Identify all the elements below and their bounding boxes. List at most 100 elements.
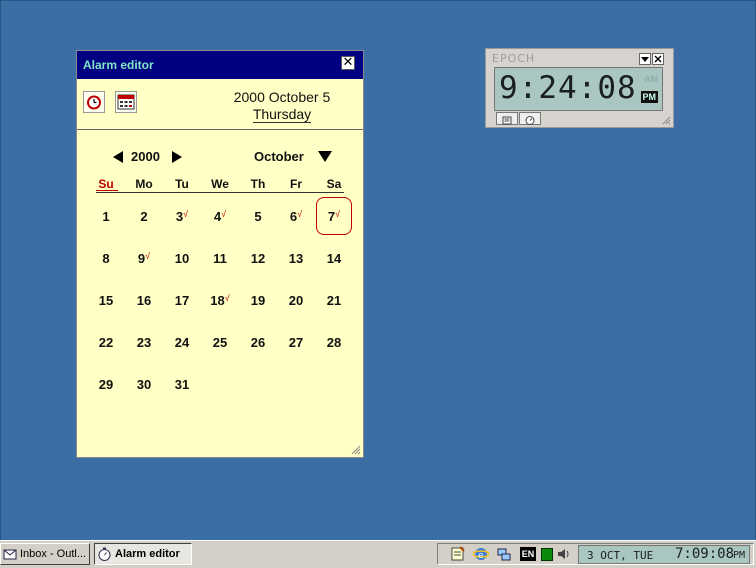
calendar-day[interactable]: 24 xyxy=(165,335,199,357)
weekday-container: Thursday xyxy=(187,106,377,123)
header-divider xyxy=(77,129,363,130)
day-number: 16 xyxy=(136,293,152,308)
taskbar: Inbox - Outl... Alarm editor e EN 3 OCT,… xyxy=(0,540,756,568)
alarm-button[interactable] xyxy=(83,91,105,113)
calendar-day[interactable]: 3√ xyxy=(165,209,199,231)
calendar-day[interactable]: 23 xyxy=(127,335,161,357)
calendar-day[interactable]: 2 xyxy=(127,209,161,231)
epoch-close-button[interactable] xyxy=(652,53,664,65)
calendar-day[interactable]: 30 xyxy=(127,377,161,399)
day-number: 14 xyxy=(326,251,342,266)
stopwatch-icon xyxy=(525,116,535,125)
calendar-day[interactable]: 6√ xyxy=(279,209,313,231)
tray-time: 7:09:08 xyxy=(675,546,735,562)
weekday-label: Tu xyxy=(175,177,189,191)
notepad-icon[interactable] xyxy=(450,546,466,562)
epoch-alarm-button[interactable] xyxy=(519,112,541,125)
resize-grip-icon[interactable] xyxy=(662,116,671,125)
tray-ampm: PM xyxy=(732,550,745,561)
notes-icon xyxy=(502,116,512,125)
day-number: 18 xyxy=(210,293,225,308)
calendar-day[interactable]: 28 xyxy=(317,335,351,357)
epoch-clock-window[interactable]: EPOCH 9:24:08 AM PM xyxy=(485,48,674,128)
day-number: 26 xyxy=(250,335,266,350)
calendar-day[interactable]: 13 xyxy=(279,251,313,273)
calendar-day[interactable]: 31 xyxy=(165,377,199,399)
day-number: 30 xyxy=(136,377,152,392)
epoch-display: 9:24:08 AM PM xyxy=(494,67,663,111)
year-label: 2000 xyxy=(131,149,160,164)
day-number: 2 xyxy=(140,209,148,224)
alarm-editor-window: Alarm editor ✕ 2000 October 5 Thursday 2… xyxy=(76,50,364,458)
day-number: 29 xyxy=(98,377,114,392)
calendar-day[interactable]: 8 xyxy=(89,251,123,273)
next-year-icon[interactable] xyxy=(172,151,182,163)
task-button-inbox[interactable]: Inbox - Outl... xyxy=(0,543,90,565)
chevron-down-icon xyxy=(641,57,649,62)
task-button-alarm-editor[interactable]: Alarm editor xyxy=(94,543,192,565)
day-number: 22 xyxy=(98,335,114,350)
calendar-day[interactable]: 10 xyxy=(165,251,199,273)
calendar-day[interactable]: 14 xyxy=(317,251,351,273)
calendar-day[interactable]: 7√ xyxy=(317,209,351,231)
calendar-day[interactable]: 27 xyxy=(279,335,313,357)
weekday-label: Mo xyxy=(135,177,153,191)
calendar-day[interactable]: 29 xyxy=(89,377,123,399)
day-number: 12 xyxy=(250,251,266,266)
status-indicator-icon[interactable] xyxy=(541,548,553,561)
resize-grip-icon[interactable] xyxy=(351,445,361,455)
weekday-label: Sa xyxy=(326,177,342,191)
calendar-day[interactable]: 9√ xyxy=(127,251,161,273)
task-label: Inbox - Outl... xyxy=(20,548,87,560)
sunday-underline xyxy=(96,190,118,191)
calendar-day[interactable]: 20 xyxy=(279,293,313,315)
calendar-day[interactable]: 25 xyxy=(203,335,237,357)
tray-clock[interactable]: 3 OCT, TUE 7:09:08 PM xyxy=(578,545,750,564)
calendar-day[interactable]: 17 xyxy=(165,293,199,315)
close-icon xyxy=(654,55,662,63)
epoch-notes-button[interactable] xyxy=(496,112,518,125)
calendar-day[interactable]: 4√ xyxy=(203,209,237,231)
calendar-day[interactable]: 18√ xyxy=(203,293,237,315)
alarm-check-icon: √ xyxy=(297,209,303,219)
epoch-menu-button[interactable] xyxy=(639,53,651,65)
calendar-day[interactable]: 21 xyxy=(317,293,351,315)
day-number: 8 xyxy=(102,251,110,266)
calendar-button[interactable] xyxy=(115,91,137,113)
alarm-check-icon: √ xyxy=(221,209,227,219)
close-icon: ✕ xyxy=(342,55,354,70)
tray-date: 3 OCT, TUE xyxy=(587,549,654,562)
prev-year-icon[interactable] xyxy=(113,151,123,163)
calendar-day[interactable]: 5 xyxy=(241,209,275,231)
calendar-day[interactable]: 1 xyxy=(89,209,123,231)
alarm-check-icon: √ xyxy=(224,293,230,303)
month-label: October xyxy=(254,149,304,164)
calendar-day[interactable]: 26 xyxy=(241,335,275,357)
system-tray: e EN 3 OCT, TUE 7:09:08 PM xyxy=(437,543,754,565)
calendar-day[interactable]: 12 xyxy=(241,251,275,273)
day-number: 27 xyxy=(288,335,304,350)
calendar-day[interactable]: 15 xyxy=(89,293,123,315)
day-number: 21 xyxy=(326,293,342,308)
calendar-day[interactable]: 11 xyxy=(203,251,237,273)
day-number: 31 xyxy=(174,377,190,392)
internet-explorer-icon[interactable]: e xyxy=(473,546,489,562)
language-indicator[interactable]: EN xyxy=(520,547,536,561)
alarm-editor-title-bar[interactable]: Alarm editor ✕ xyxy=(77,51,363,79)
calendar-icon xyxy=(117,94,135,110)
close-button[interactable]: ✕ xyxy=(341,56,355,70)
calendar-day[interactable]: 22 xyxy=(89,335,123,357)
window-title: Alarm editor xyxy=(83,58,154,72)
weekday-label: Fr xyxy=(290,177,302,191)
task-label: Alarm editor xyxy=(115,548,180,560)
calendar-day[interactable]: 16 xyxy=(127,293,161,315)
weekday-label: We xyxy=(211,177,229,191)
month-dropdown-icon[interactable] xyxy=(318,151,332,162)
day-number: 1 xyxy=(102,209,110,224)
day-number: 28 xyxy=(326,335,342,350)
volume-icon[interactable] xyxy=(556,546,572,562)
network-icon[interactable] xyxy=(496,546,512,562)
outlook-icon xyxy=(3,549,17,560)
svg-text:e: e xyxy=(478,551,484,561)
calendar-day[interactable]: 19 xyxy=(241,293,275,315)
